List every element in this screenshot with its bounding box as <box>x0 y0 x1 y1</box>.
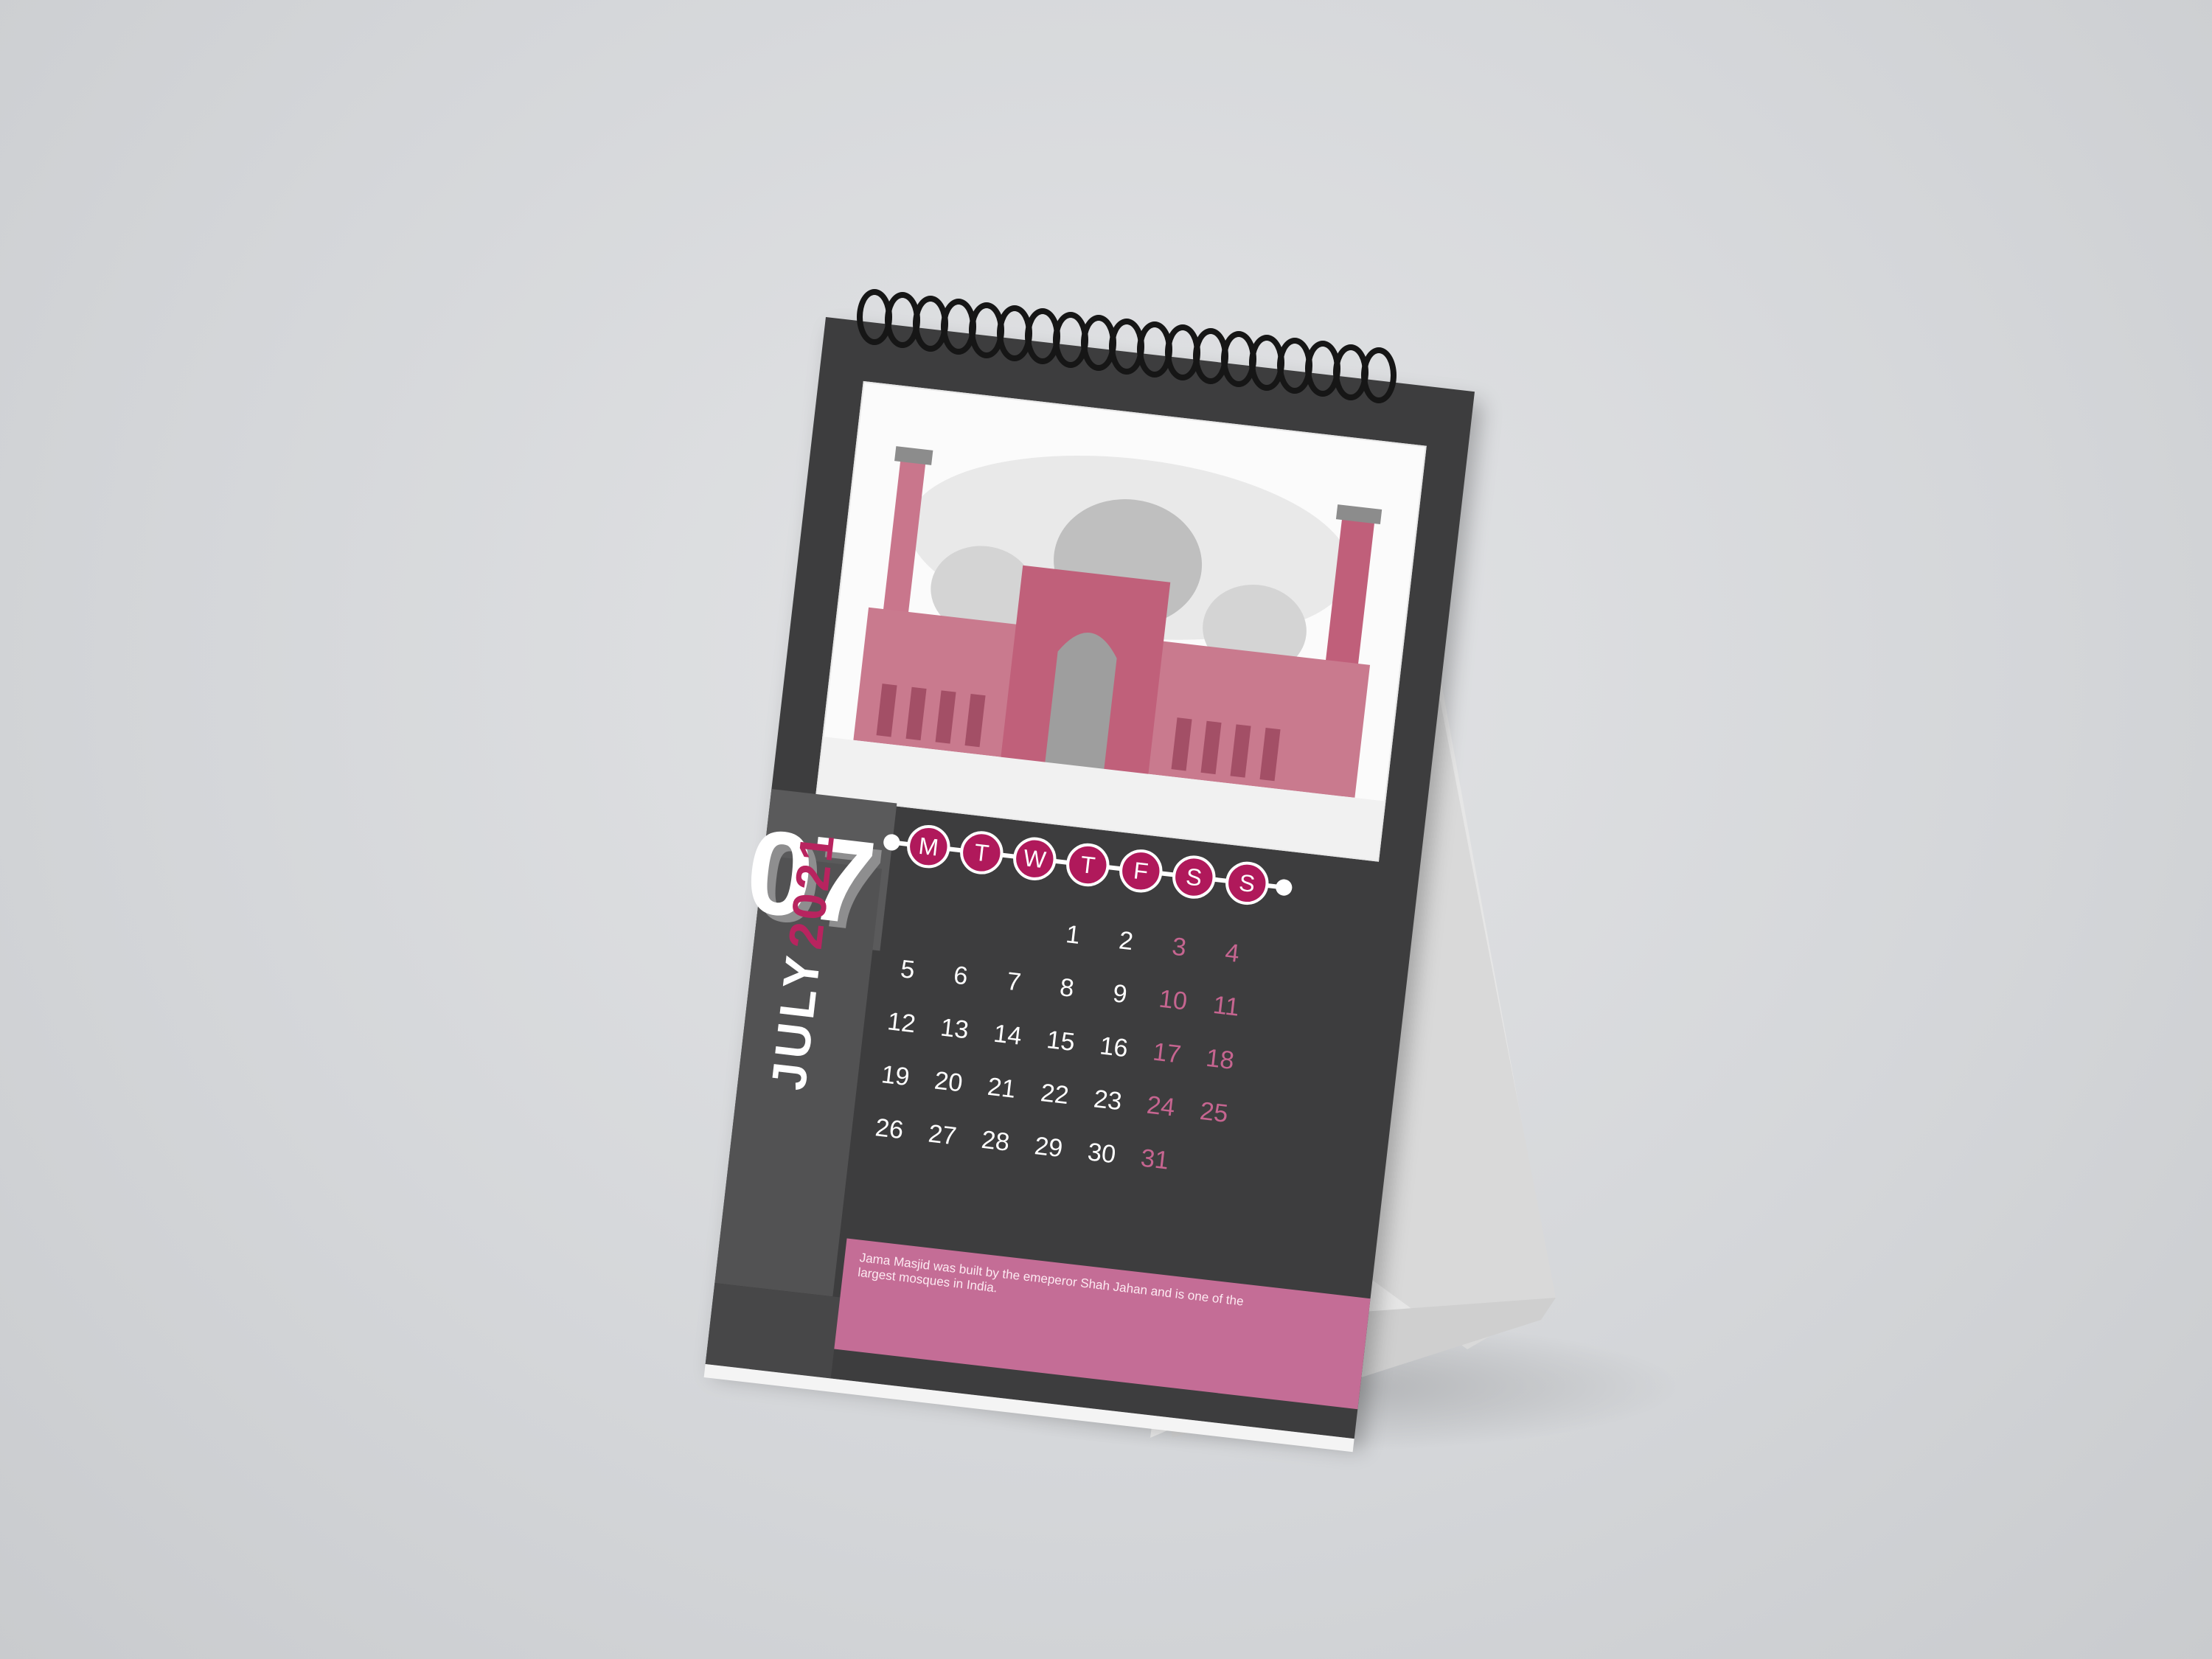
date-cell: 21 <box>986 1072 1018 1104</box>
weekday-header: W <box>1010 835 1059 883</box>
weekday-header: M <box>904 822 953 871</box>
date-cell: 3 <box>1170 932 1188 962</box>
spiral-binding <box>857 289 1417 404</box>
date-cell: 13 <box>939 1013 970 1045</box>
date-cell: 22 <box>1039 1078 1071 1110</box>
date-cell: 29 <box>1033 1131 1065 1164</box>
date-cell: 6 <box>952 961 970 991</box>
date-cell: 15 <box>1045 1025 1077 1057</box>
weekday-header: T <box>1063 841 1112 889</box>
date-cell: 12 <box>886 1006 917 1039</box>
jama-masjid-illustration <box>817 383 1425 860</box>
date-cell: 19 <box>880 1060 911 1092</box>
date-cell: 23 <box>1092 1085 1124 1116</box>
date-cell: 18 <box>1204 1043 1236 1076</box>
date-cell: 9 <box>1111 979 1129 1009</box>
date-cell: 17 <box>1151 1037 1183 1069</box>
date-cell: 5 <box>899 955 917 985</box>
mosque-sketch-image <box>815 380 1427 862</box>
weekday-header: F <box>1116 846 1165 895</box>
date-cell: 25 <box>1198 1096 1230 1129</box>
date-cell: 11 <box>1211 990 1241 1022</box>
date-cell: 16 <box>1098 1032 1130 1063</box>
date-cell: 1 <box>1064 919 1082 950</box>
date-cell: 10 <box>1157 984 1189 1016</box>
weekday-header: S <box>1169 853 1218 901</box>
date-cell: 30 <box>1086 1138 1118 1169</box>
date-cell: 26 <box>874 1113 905 1145</box>
product-mockup-scene: 07 JULY 2021 MTWTFSS 1 2 3 4 5 6 7 8 9 10 11 12 13 14… <box>0 0 2212 1659</box>
weekday-line-end-dot <box>1275 878 1293 897</box>
date-cell: 24 <box>1145 1091 1177 1122</box>
date-cell: 14 <box>992 1019 1023 1051</box>
date-cell: 8 <box>1058 973 1076 1004</box>
weekday-header: T <box>957 829 1006 877</box>
date-cell: 4 <box>1223 938 1241 968</box>
calendar-page: 07 JULY 2021 MTWTFSS 1 2 3 4 5 6 7 8 9 10 11 12 13 14… <box>703 317 1475 1453</box>
date-cell: 20 <box>933 1066 964 1098</box>
bottom-left-strip <box>705 1283 841 1379</box>
date-cell: 31 <box>1139 1144 1171 1175</box>
date-cell: 2 <box>1117 926 1135 956</box>
date-cell: 7 <box>1005 967 1023 997</box>
weekday-header: S <box>1222 859 1271 908</box>
date-cell: 27 <box>927 1119 959 1151</box>
binding-ring <box>1361 347 1397 404</box>
date-cell: 28 <box>980 1125 1012 1157</box>
